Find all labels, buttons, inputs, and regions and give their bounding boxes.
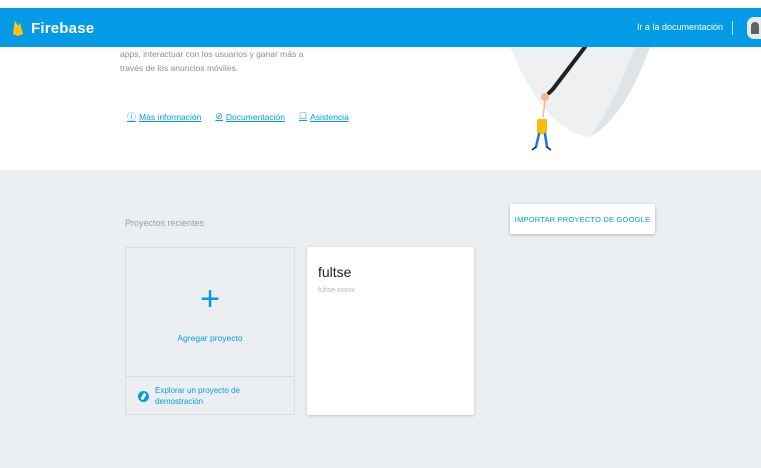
firebase-logo[interactable]: Firebase: [12, 18, 94, 38]
go-to-docs-link[interactable]: Ir a la documentación: [637, 22, 723, 32]
recent-projects-title: Proyectos recientes: [125, 218, 205, 228]
hero-links: ⓘ Más información ⊘ Documentación ☐ Asis…: [127, 110, 349, 123]
support-icon: ☐: [298, 111, 308, 121]
hero-line-2: través de los anuncios móviles.: [120, 63, 239, 73]
project-name: fultse: [318, 264, 352, 280]
learn-more-link[interactable]: ⓘ Más información: [127, 110, 201, 123]
top-app-bar: Firebase Ir a la documentación: [0, 8, 761, 47]
info-icon: ⓘ: [127, 112, 137, 122]
add-project-button[interactable]: + Agregar proyecto: [126, 248, 294, 376]
account-avatar[interactable]: [747, 17, 761, 39]
support-link[interactable]: ☐ Asistencia: [299, 110, 349, 123]
hero-illustration: [510, 47, 650, 151]
plus-icon: +: [200, 280, 220, 318]
support-label: Asistencia: [310, 111, 349, 122]
hero-line-1: apps, interactuar con los usuarios y gan…: [120, 49, 304, 59]
learn-more-label: Más información: [139, 111, 202, 122]
projects-area: Proyectos recientes Importar proyecto de…: [0, 170, 761, 468]
project-card-fultse[interactable]: fultse fultse-xxxxx: [307, 247, 474, 415]
project-id: fultse-xxxxx: [318, 287, 355, 294]
topbar-divider: [732, 21, 733, 35]
compass-icon: [138, 390, 149, 402]
firebase-flame-icon: [13, 21, 23, 36]
import-google-project-button[interactable]: Importar proyecto de Google: [510, 204, 655, 234]
documentation-link[interactable]: ⊘ Documentación: [215, 110, 285, 123]
welcome-hero: apps, interactuar con los usuarios y gan…: [0, 47, 761, 170]
add-project-card: + Agregar proyecto Explorar un proyecto …: [125, 247, 295, 415]
explore-demo-project-link[interactable]: Explorar un proyecto de demostración: [126, 377, 294, 415]
hero-description: apps, interactuar con los usuarios y gan…: [120, 47, 350, 75]
brand-name: Firebase: [31, 19, 95, 37]
add-project-label: Agregar proyecto: [177, 333, 243, 343]
documentation-label: Documentación: [225, 111, 285, 122]
doc-icon: ⊘: [215, 111, 223, 121]
explore-demo-label: Explorar un proyecto de demostración: [155, 386, 240, 406]
